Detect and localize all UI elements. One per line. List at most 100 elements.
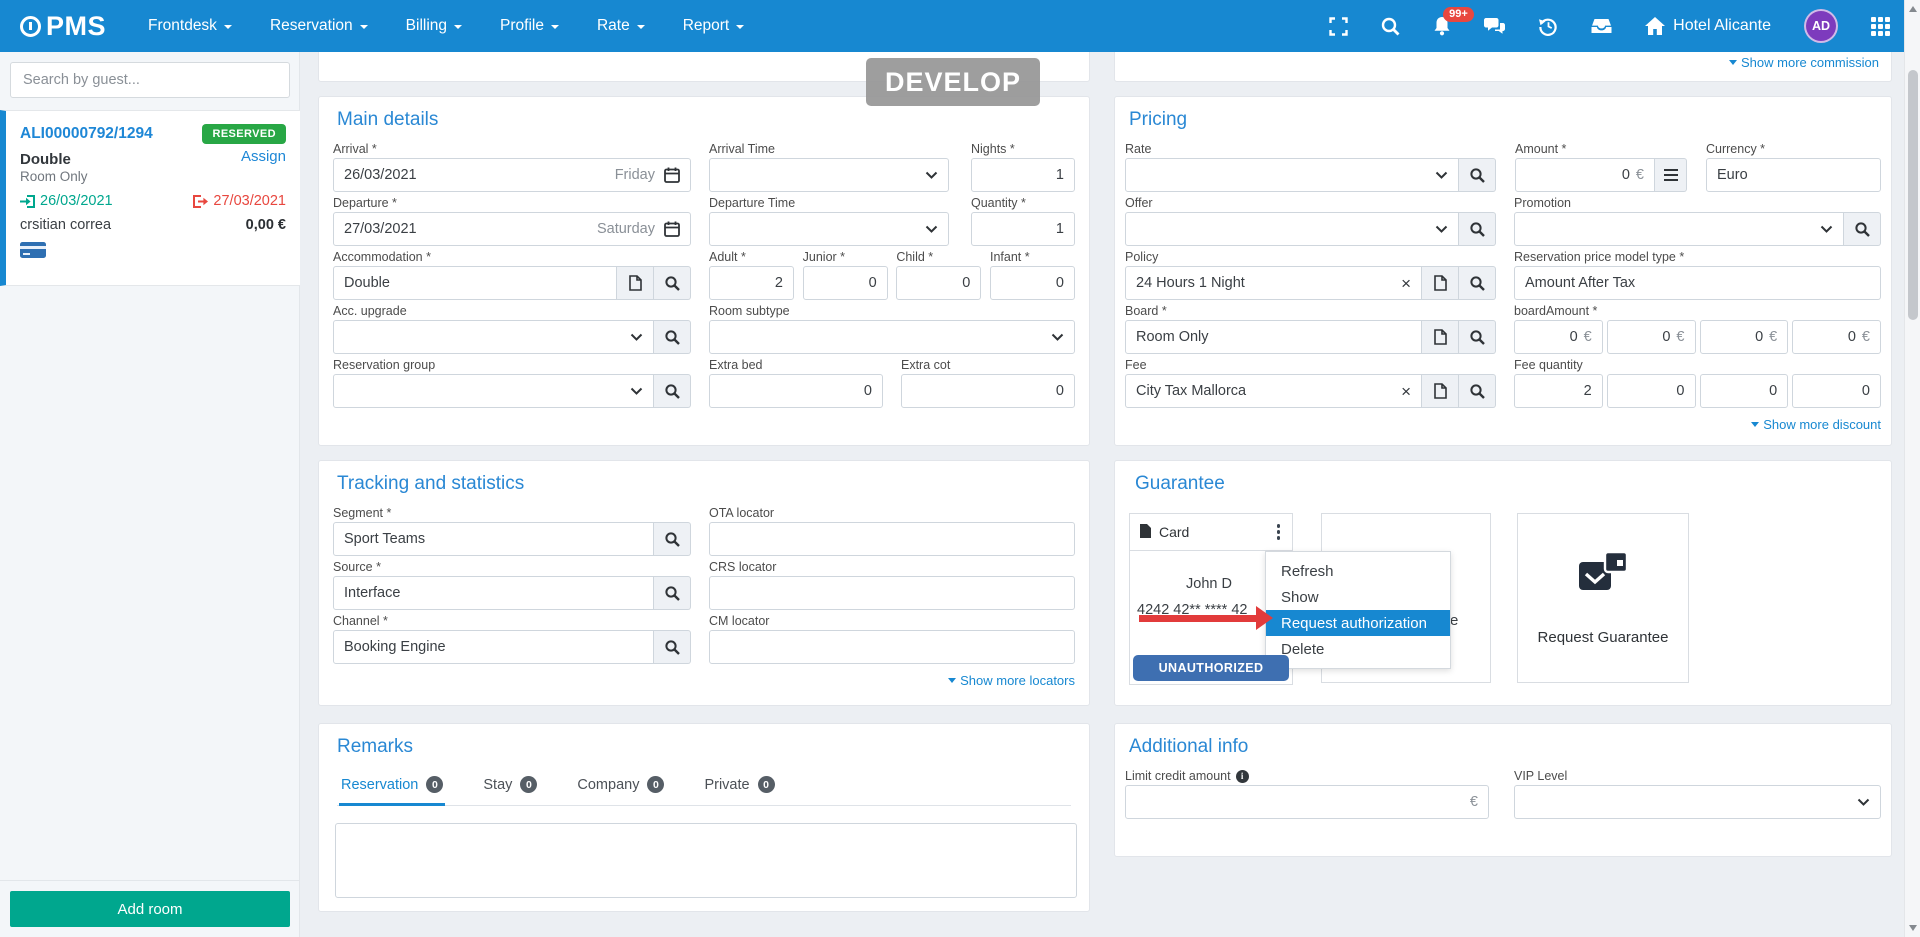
fee-quantity-input-4[interactable]: 0 <box>1792 374 1881 408</box>
adult-input[interactable]: 2 <box>709 266 794 300</box>
magnifier-icon[interactable] <box>1459 212 1496 246</box>
crs-locator-input[interactable] <box>709 576 1075 610</box>
arrival-time-select[interactable] <box>709 158 949 192</box>
channel-input[interactable]: Booking Engine <box>333 630 654 664</box>
magnifier-icon[interactable] <box>1844 212 1881 246</box>
magnifier-icon[interactable] <box>654 576 691 610</box>
board-amount-input-2[interactable]: 0€ <box>1607 320 1696 354</box>
menu-item-delete[interactable]: Delete <box>1266 636 1450 662</box>
scrollbar-thumb[interactable] <box>1908 70 1918 320</box>
app-logo[interactable]: PMS <box>20 11 106 42</box>
magnifier-icon[interactable] <box>1459 374 1496 408</box>
vip-level-select[interactable] <box>1514 785 1881 819</box>
amount-input[interactable]: 0 € <box>1515 158 1655 192</box>
limit-credit-input[interactable]: € <box>1125 785 1489 819</box>
arrival-date-input[interactable]: 26/03/2021 Friday <box>333 158 691 192</box>
magnifier-icon[interactable] <box>654 320 691 354</box>
menu-item-show[interactable]: Show <box>1266 584 1450 610</box>
magnifier-icon[interactable] <box>1459 320 1496 354</box>
board-amount-input-1[interactable]: 0€ <box>1514 320 1603 354</box>
show-more-locators-link[interactable]: Show more locators <box>948 673 1075 688</box>
tab-private[interactable]: Private 0 <box>702 771 776 806</box>
board-input[interactable]: Room Only <box>1125 320 1422 354</box>
extra-cot-input[interactable]: 0 <box>901 374 1075 408</box>
acc-upgrade-select[interactable] <box>333 320 654 354</box>
menu-profile[interactable]: Profile <box>500 17 559 35</box>
menu-lines-icon[interactable] <box>1655 158 1687 192</box>
promotion-select[interactable] <box>1514 212 1844 246</box>
tab-reservation[interactable]: Reservation 0 <box>339 771 445 806</box>
page-scrollbar[interactable] <box>1904 0 1920 937</box>
remarks-textarea[interactable] <box>335 823 1077 898</box>
cm-locator-input[interactable] <box>709 630 1075 664</box>
menu-item-request-authorization[interactable]: Request authorization <box>1266 610 1450 636</box>
calendar-icon[interactable] <box>664 221 680 237</box>
menu-item-refresh[interactable]: Refresh <box>1266 558 1450 584</box>
guest-search-input[interactable] <box>10 62 290 98</box>
bell-icon[interactable]: 99+ <box>1433 16 1451 36</box>
fee-input[interactable]: City Tax Mallorca <box>1125 374 1422 408</box>
board-amount-input-3[interactable]: 0€ <box>1700 320 1789 354</box>
junior-input[interactable]: 0 <box>803 266 888 300</box>
rate-select[interactable] <box>1125 158 1459 192</box>
ota-locator-input[interactable] <box>709 522 1075 556</box>
scroll-up-arrow-icon[interactable] <box>1909 6 1917 12</box>
document-icon[interactable] <box>1422 374 1459 408</box>
assign-link[interactable]: Assign <box>241 148 286 165</box>
magnifier-icon[interactable] <box>1459 158 1496 192</box>
menu-reservation[interactable]: Reservation <box>270 17 368 35</box>
kebab-menu-icon[interactable] <box>1275 522 1283 542</box>
reservation-id-link[interactable]: ALI00000792/1294 <box>20 125 153 143</box>
document-icon[interactable] <box>617 266 654 300</box>
infant-input[interactable]: 0 <box>990 266 1075 300</box>
price-model-input[interactable]: Amount After Tax <box>1514 266 1881 300</box>
segment-input[interactable]: Sport Teams <box>333 522 654 556</box>
chat-icon[interactable] <box>1484 17 1505 36</box>
magnifier-icon[interactable] <box>1459 266 1496 300</box>
offer-select[interactable] <box>1125 212 1459 246</box>
credit-card-icon[interactable] <box>20 242 46 258</box>
tab-company[interactable]: Company 0 <box>575 771 666 806</box>
magnifier-icon[interactable] <box>654 374 691 408</box>
calendar-icon[interactable] <box>664 167 680 183</box>
room-subtype-select[interactable] <box>709 320 1075 354</box>
request-guarantee-tile[interactable]: Request Guarantee <box>1517 513 1689 683</box>
currency-input[interactable]: Euro <box>1706 158 1881 192</box>
search-icon[interactable] <box>1381 17 1400 36</box>
fee-quantity-input-1[interactable]: 2 <box>1514 374 1603 408</box>
fee-quantity-input-3[interactable]: 0 <box>1700 374 1789 408</box>
accommodation-input[interactable]: Double <box>333 266 617 300</box>
menu-report[interactable]: Report <box>683 17 745 35</box>
show-more-commission-link[interactable]: Show more commission <box>1729 55 1879 70</box>
fee-quantity-input-2[interactable]: 0 <box>1607 374 1696 408</box>
policy-input[interactable]: 24 Hours 1 Night <box>1125 266 1422 300</box>
document-icon[interactable] <box>1422 266 1459 300</box>
magnifier-icon[interactable] <box>654 630 691 664</box>
extra-bed-input[interactable]: 0 <box>709 374 883 408</box>
menu-rate[interactable]: Rate <box>597 17 645 35</box>
board-amount-input-4[interactable]: 0€ <box>1792 320 1881 354</box>
nights-input[interactable]: 1 <box>971 158 1075 192</box>
user-avatar[interactable]: AD <box>1804 9 1838 43</box>
menu-billing[interactable]: Billing <box>406 17 462 35</box>
clear-x-icon[interactable] <box>1401 275 1411 292</box>
quantity-input[interactable]: 1 <box>971 212 1075 246</box>
document-icon[interactable] <box>1422 320 1459 354</box>
apps-grid-icon[interactable] <box>1871 17 1890 36</box>
add-room-button[interactable]: Add room <box>10 891 290 927</box>
scroll-down-arrow-icon[interactable] <box>1909 925 1917 931</box>
history-icon[interactable] <box>1538 16 1558 36</box>
tab-stay[interactable]: Stay 0 <box>481 771 539 806</box>
child-input[interactable]: 0 <box>896 266 981 300</box>
source-input[interactable]: Interface <box>333 576 654 610</box>
reservation-card[interactable]: ALI00000792/1294 RESERVED Double Assign … <box>0 110 300 286</box>
magnifier-icon[interactable] <box>654 522 691 556</box>
info-icon[interactable] <box>1236 770 1249 783</box>
clear-x-icon[interactable] <box>1401 383 1411 400</box>
show-more-discount-link[interactable]: Show more discount <box>1751 417 1881 432</box>
reservation-group-select[interactable] <box>333 374 654 408</box>
inbox-icon[interactable] <box>1591 18 1612 34</box>
fullscreen-icon[interactable] <box>1329 17 1348 36</box>
departure-date-input[interactable]: 27/03/2021 Saturday <box>333 212 691 246</box>
departure-time-select[interactable] <box>709 212 949 246</box>
